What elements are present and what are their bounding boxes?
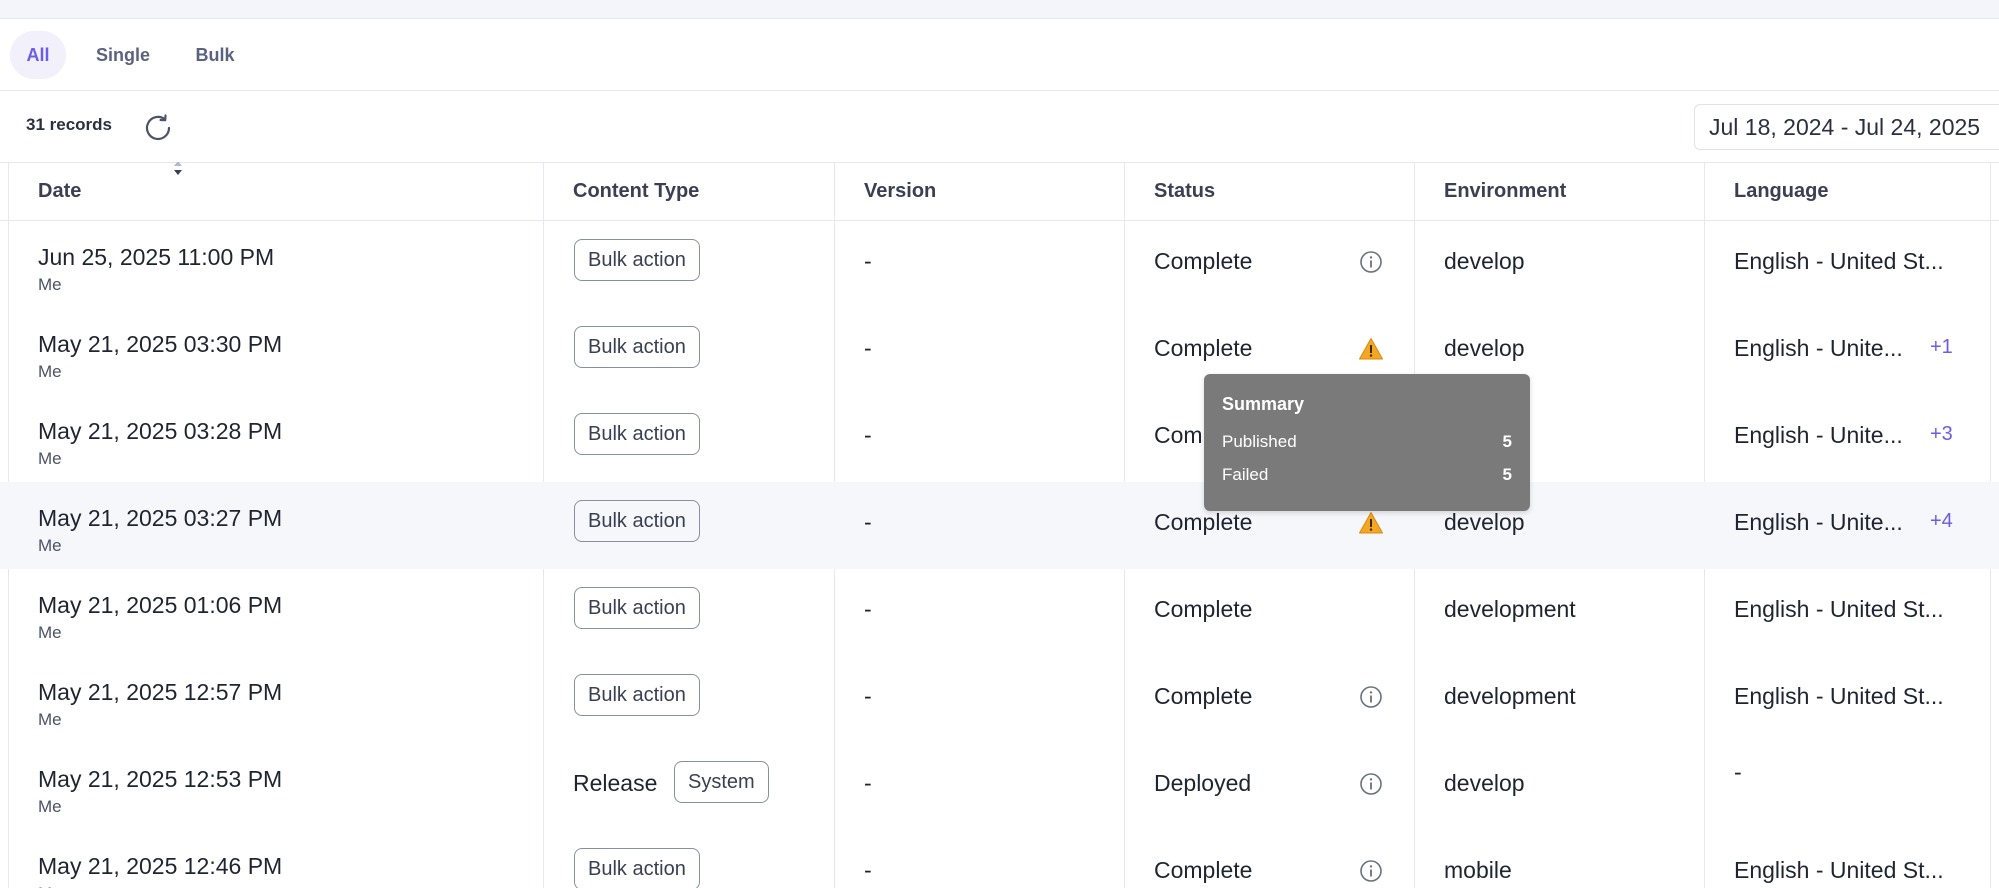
table-row[interactable]: May 21, 2025 01:06 PM Me Bulk action - C… (0, 569, 1999, 656)
tooltip-failed-label: Failed (1222, 465, 1269, 484)
row-author: Me (38, 797, 62, 816)
row-date: May 21, 2025 12:57 PM (38, 679, 283, 705)
row-author: Me (38, 536, 62, 555)
table-row[interactable]: Jun 25, 2025 11:00 PM Me Bulk action - C… (0, 221, 1999, 308)
row-date: May 21, 2025 03:28 PM (38, 418, 283, 444)
row-status: Complete (1154, 509, 1253, 535)
row-author: Me (38, 449, 62, 468)
content-type-chip[interactable]: Bulk action (574, 326, 700, 368)
table-row[interactable]: May 21, 2025 03:28 PM Me Bulk action - C… (0, 395, 1999, 482)
row-version: - (864, 683, 872, 709)
row-version: - (864, 770, 872, 796)
row-status: Complete (1154, 857, 1253, 883)
sort-icon[interactable] (171, 162, 185, 177)
row-author: Me (38, 884, 62, 888)
table-row[interactable]: May 21, 2025 03:30 PM Me Bulk action - C… (0, 308, 1999, 395)
row-date: May 21, 2025 12:46 PM (38, 853, 283, 879)
row-date: May 21, 2025 03:27 PM (38, 505, 283, 531)
row-date: May 21, 2025 01:06 PM (38, 592, 283, 618)
row-language: English - Unite... (1734, 422, 1903, 448)
content-type-chip[interactable]: Bulk action (574, 674, 700, 716)
info-icon[interactable] (1358, 249, 1384, 275)
row-environment: development (1444, 683, 1576, 709)
row-status: Complete (1154, 335, 1253, 361)
row-date: May 21, 2025 03:30 PM (38, 331, 283, 357)
row-environment: develop (1444, 335, 1525, 361)
tab-single[interactable]: Single (84, 31, 162, 79)
row-language: English - Unite... (1734, 335, 1903, 361)
row-author: Me (38, 275, 62, 294)
summary-tooltip: Summary Published 5 Failed 5 (1204, 374, 1530, 511)
system-badge: System (674, 761, 769, 803)
tooltip-failed-value: 5 (1502, 465, 1512, 484)
warning-icon[interactable] (1358, 336, 1384, 362)
row-date: Jun 25, 2025 11:00 PM (38, 244, 275, 270)
refresh-icon[interactable] (140, 110, 176, 146)
tooltip-title: Summary (1222, 394, 1305, 414)
row-version: - (864, 335, 872, 361)
column-header-language[interactable]: Language (1734, 162, 1828, 220)
column-header-content-type[interactable]: Content Type (573, 162, 699, 220)
warning-icon[interactable] (1358, 510, 1384, 536)
column-header-label: Date (38, 180, 82, 202)
row-version: - (864, 248, 872, 274)
content-type-chip[interactable]: Bulk action (574, 848, 700, 888)
content-type-chip[interactable]: Bulk action (574, 239, 700, 281)
top-strip (0, 0, 1999, 19)
row-author: Me (38, 362, 62, 381)
language-more-badge[interactable]: +1 (1930, 336, 1953, 359)
content-type-chip[interactable]: Bulk action (574, 413, 700, 455)
row-language: English - United St... (1734, 857, 1944, 883)
row-language: - (1734, 759, 1742, 785)
table-row[interactable]: May 21, 2025 12:57 PM Me Bulk action - C… (0, 656, 1999, 743)
language-more-badge[interactable]: +3 (1930, 423, 1953, 446)
column-header-version[interactable]: Version (864, 162, 936, 220)
tooltip-published-value: 5 (1502, 432, 1512, 451)
table-row[interactable]: May 21, 2025 12:53 PM Me Release System … (0, 743, 1999, 830)
row-version: - (864, 422, 872, 448)
row-author: Me (38, 710, 62, 729)
row-status: Complete (1154, 248, 1253, 274)
column-header-status[interactable]: Status (1154, 162, 1215, 220)
row-environment: develop (1444, 248, 1525, 274)
tab-bulk[interactable]: Bulk (180, 31, 250, 79)
row-environment: mobile (1444, 857, 1512, 883)
table-row[interactable]: May 21, 2025 03:27 PM Me Bulk action - C… (0, 482, 1999, 569)
date-range-picker[interactable]: Jul 18, 2024 - Jul 24, 2025 (1694, 104, 1999, 150)
row-status: Deployed (1154, 770, 1252, 796)
info-icon[interactable] (1358, 858, 1384, 884)
row-environment: develop (1444, 770, 1525, 796)
content-type-chip[interactable]: Bulk action (574, 587, 700, 629)
filter-tabs: All Single Bulk (0, 18, 1999, 91)
content-type-chip[interactable]: Bulk action (574, 500, 700, 542)
info-icon[interactable] (1358, 771, 1384, 797)
row-language: English - United St... (1734, 683, 1944, 709)
records-count: 31 records (26, 115, 112, 134)
row-environment: development (1444, 596, 1576, 622)
row-author: Me (38, 623, 62, 642)
table-row[interactable]: May 21, 2025 12:46 PM Me Bulk action - C… (0, 830, 1999, 888)
tab-all[interactable]: All (10, 31, 66, 79)
records-table: Date Content Type Version Status Environ… (0, 162, 1999, 888)
column-header-date[interactable]: Date (38, 162, 182, 220)
row-status: Complete (1154, 683, 1253, 709)
row-version: - (864, 509, 872, 535)
info-icon[interactable] (1358, 684, 1384, 710)
row-date: May 21, 2025 12:53 PM (38, 766, 283, 792)
language-more-badge[interactable]: +4 (1930, 510, 1953, 533)
row-language: English - United St... (1734, 248, 1944, 274)
tooltip-published-label: Published (1222, 432, 1297, 451)
row-language: English - United St... (1734, 596, 1944, 622)
row-environment: develop (1444, 509, 1525, 535)
toolbar: 31 records Jul 18, 2024 - Jul 24, 2025 (0, 90, 1999, 163)
table-header: Date Content Type Version Status Environ… (0, 162, 1999, 221)
column-header-environment[interactable]: Environment (1444, 162, 1566, 220)
content-type-text: Release (573, 770, 658, 796)
row-version: - (864, 596, 872, 622)
row-status: Complete (1154, 596, 1253, 622)
row-version: - (864, 857, 872, 883)
row-language: English - Unite... (1734, 509, 1903, 535)
